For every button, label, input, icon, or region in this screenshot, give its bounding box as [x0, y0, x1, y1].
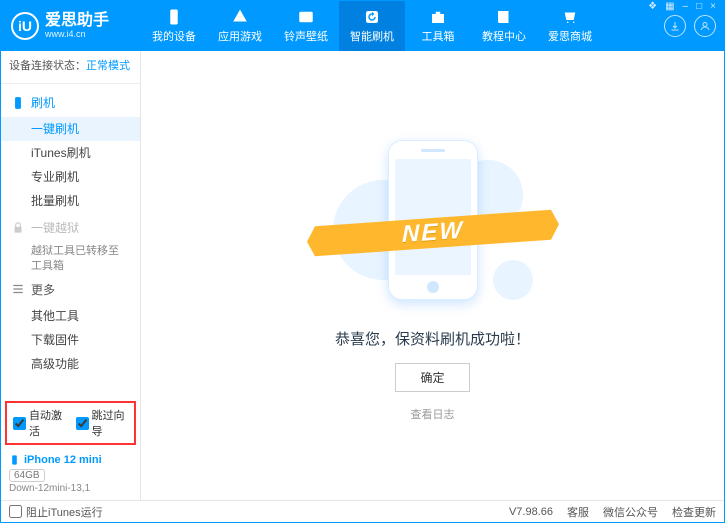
storage-badge: 64GB: [9, 469, 45, 482]
phone-icon: [165, 8, 183, 26]
user-button[interactable]: [694, 15, 716, 37]
success-message: 恭喜您，保资料刷机成功啦！: [335, 328, 530, 349]
main-panel: NEW 恭喜您，保资料刷机成功啦！ 确定 查看日志: [141, 51, 724, 500]
logo-icon: iU: [11, 12, 39, 40]
connection-status: 设备连接状态：正常模式: [1, 51, 140, 79]
nav-label: 铃声壁纸: [284, 28, 328, 44]
nav-ringtones[interactable]: 铃声壁纸: [273, 1, 339, 51]
app-name: 爱思助手: [45, 13, 109, 29]
toolbox-icon: [429, 8, 447, 26]
nav-apps[interactable]: 应用游戏: [207, 1, 273, 51]
customer-service-link[interactable]: 客服: [567, 504, 589, 520]
version-label: V7.98.66: [509, 506, 553, 518]
sidebar: 设备连接状态：正常模式 刷机 一键刷机 iTunes刷机 专业刷机 批量刷机 一…: [1, 51, 141, 500]
nav-store[interactable]: 爱思商城: [537, 1, 603, 51]
phone-icon: [9, 453, 20, 467]
auto-activate-checkbox[interactable]: 自动激活: [13, 407, 66, 439]
refresh-icon: [363, 8, 381, 26]
block-itunes-checkbox[interactable]: 阻止iTunes运行: [9, 504, 103, 520]
view-log-link[interactable]: 查看日志: [411, 406, 455, 422]
maximize-icon[interactable]: □: [694, 1, 704, 12]
lock-icon: [11, 221, 25, 235]
nav-label: 教程中心: [482, 28, 526, 44]
success-illustration: NEW: [333, 130, 533, 310]
menu-icon: [11, 282, 25, 296]
wechat-link[interactable]: 微信公众号: [603, 504, 658, 520]
nav-flash[interactable]: 智能刷机: [339, 1, 405, 51]
skin-icon[interactable]: ▦: [663, 1, 676, 12]
settings-icon[interactable]: ❖: [646, 1, 659, 12]
window-controls: ❖ ▦ – □ ×: [646, 1, 718, 12]
jailbreak-note: 越狱工具已转移至 工具箱: [1, 244, 140, 275]
nav-label: 应用游戏: [218, 28, 262, 44]
cart-icon: [561, 8, 579, 26]
minimize-icon[interactable]: –: [681, 1, 691, 12]
apps-icon: [231, 8, 249, 26]
check-update-link[interactable]: 检查更新: [672, 504, 716, 520]
top-bar: iU 爱思助手 www.i4.cn 我的设备 应用游戏 铃声壁纸 智能刷机 工具…: [1, 1, 724, 51]
sidebar-itunes-flash[interactable]: iTunes刷机: [1, 141, 140, 165]
download-button[interactable]: [664, 15, 686, 37]
sidebar-batch-flash[interactable]: 批量刷机: [1, 189, 140, 213]
nav-toolbox[interactable]: 工具箱: [405, 1, 471, 51]
status-bar: 阻止iTunes运行 V7.98.66 客服 微信公众号 检查更新: [1, 500, 724, 522]
top-nav: 我的设备 应用游戏 铃声壁纸 智能刷机 工具箱 教程中心 爱思商城: [141, 1, 664, 51]
close-icon[interactable]: ×: [708, 1, 718, 12]
skip-guide-checkbox[interactable]: 跳过向导: [76, 407, 129, 439]
sidebar-jailbreak-head[interactable]: 一键越狱: [1, 213, 140, 242]
confirm-button[interactable]: 确定: [395, 363, 469, 392]
nav-label: 智能刷机: [350, 28, 394, 44]
nav-label: 爱思商城: [548, 28, 592, 44]
sidebar-download-firmware[interactable]: 下载固件: [1, 328, 140, 352]
device-id: Down-12mini-13,1: [9, 483, 132, 494]
nav-label: 我的设备: [152, 28, 196, 44]
wallpaper-icon: [297, 8, 315, 26]
book-icon: [495, 8, 513, 26]
nav-tutorials[interactable]: 教程中心: [471, 1, 537, 51]
nav-label: 工具箱: [422, 28, 455, 44]
sidebar-advanced[interactable]: 高级功能: [1, 352, 140, 376]
nav-my-device[interactable]: 我的设备: [141, 1, 207, 51]
flash-options: 自动激活 跳过向导: [5, 401, 136, 445]
logo[interactable]: iU 爱思助手 www.i4.cn: [1, 12, 141, 40]
phone-icon: [11, 96, 25, 110]
sidebar-more-head[interactable]: 更多: [1, 275, 140, 304]
sidebar-other-tools[interactable]: 其他工具: [1, 304, 140, 328]
app-url: www.i4.cn: [45, 29, 109, 39]
sidebar-pro-flash[interactable]: 专业刷机: [1, 165, 140, 189]
sidebar-flash-head[interactable]: 刷机: [0, 88, 140, 117]
device-card[interactable]: iPhone 12 mini 64GB Down-12mini-13,1: [1, 449, 140, 500]
top-right-actions: [664, 15, 724, 37]
sidebar-onekey-flash[interactable]: 一键刷机: [1, 117, 140, 141]
